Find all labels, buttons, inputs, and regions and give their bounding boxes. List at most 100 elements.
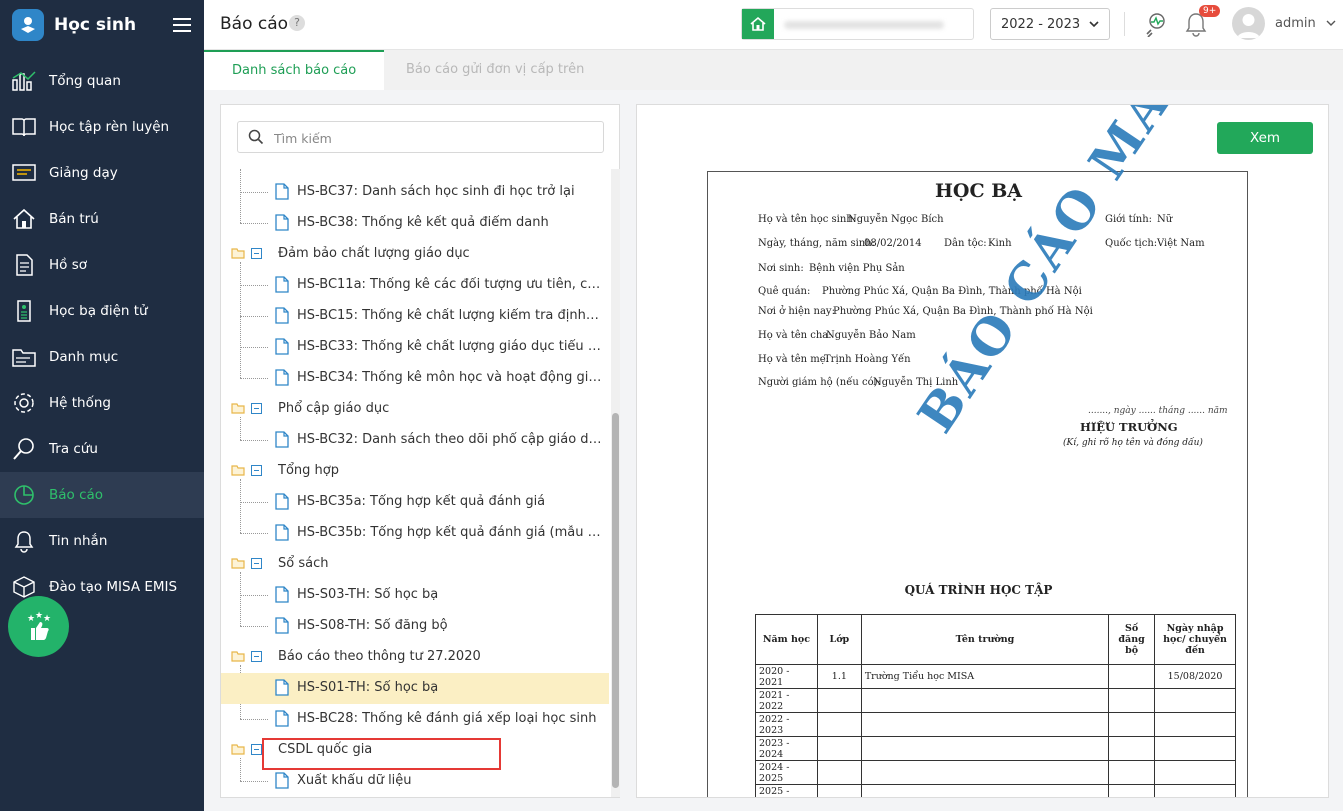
school-name-blurred (784, 21, 944, 29)
tree-item[interactable]: HS-BC28: Thống kê đánh giá xếp loại học … (221, 704, 609, 735)
pie-chart-icon (11, 482, 37, 508)
tab-report-list[interactable]: Danh sách báo cáo (204, 50, 385, 90)
tree-item[interactable]: HS-BC37: Danh sách học sinh đi học trở l… (221, 177, 609, 208)
table-cell (816, 760, 862, 785)
tree-group[interactable]: Phổ cập giáo dục (221, 394, 609, 425)
tree-item[interactable]: HS-BC34: Thống kê môn học và hoạt động g… (221, 363, 609, 394)
table-cell: Trường Tiểu học MISA (860, 664, 1110, 689)
sidebar-item-label: Giảng dạy (49, 165, 118, 181)
study-history-title: QUÁ TRÌNH HỌC TẬP (904, 583, 1053, 597)
tree-item[interactable]: HS-BC35a: Tổng hợp kết quả đánh giá (221, 487, 609, 518)
hamburger-menu-icon[interactable] (173, 14, 191, 36)
sidebar: Học sinh Tổng quan Học tập rèn luyện Giảng… (0, 0, 204, 811)
table-header-cell: Số đăng bộ (1108, 614, 1156, 665)
selected-item-highlight (262, 738, 501, 770)
tree-item[interactable]: HS-BC15: Thống kê chất lượng kiểm tra đị… (221, 301, 609, 332)
user-chevron-down-icon[interactable] (1326, 16, 1336, 30)
sidebar-item-5[interactable]: Học bạ điện tử (0, 288, 204, 334)
report-tree: HS-BC37: Danh sách học sinh đi học trở l… (221, 169, 611, 797)
user-name[interactable]: admin (1275, 16, 1316, 31)
sidebar-item-10[interactable]: Tin nhắn (0, 518, 204, 564)
tree-item[interactable]: HS-S01-TH: Sổ học bạ (221, 673, 609, 704)
sidebar-item-6[interactable]: Danh mục (0, 334, 204, 380)
tree-group[interactable]: Báo cáo theo thông tư 27.2020 (221, 642, 609, 673)
study-history-body: 2020 - 2021 1.1 Trường Tiểu học MISA 15/08/… (755, 664, 1236, 797)
sidebar-item-8[interactable]: Tra cứu (0, 426, 204, 472)
sidebar-item-4[interactable]: Hồ sơ (0, 242, 204, 288)
report-preview-panel: Xem HỌC BẠ Họ và tên học sinh: Nguyễn Ng… (636, 104, 1329, 798)
help-icon[interactable]: ? (289, 15, 305, 31)
search-input[interactable] (274, 128, 574, 148)
table-cell (1154, 712, 1236, 737)
table-cell (860, 784, 1110, 797)
report-document-icon (275, 183, 289, 204)
hometown-label: Quê quán: (758, 286, 811, 297)
report-document-icon (275, 369, 289, 390)
student-name-label: Họ và tên học sinh: (758, 214, 857, 225)
feedback-fab-button[interactable]: ★ ★ ★ (8, 596, 69, 657)
sidebar-item-label: Bán trú (49, 211, 99, 227)
tree-item[interactable]: HS-BC11a: Thống kê các đối tượng ưu tiên… (221, 270, 609, 301)
sidebar-item-7[interactable]: Hệ thống (0, 380, 204, 426)
sidebar-item-2[interactable]: Giảng dạy (0, 150, 204, 196)
report-document-icon (275, 679, 289, 700)
table-header-cell: Ngày nhập học/ chuyển đến (1154, 614, 1236, 665)
guardian-label: Người giám hộ (nếu có): (758, 377, 881, 388)
school-year-select[interactable]: 2022 - 2023 (990, 8, 1110, 40)
tree-item[interactable]: HS-BC33: Thống kê chất lượng giáo dục ti… (221, 332, 609, 363)
tree-item[interactable]: HS-S08-TH: Sổ đăng bộ (221, 611, 609, 642)
tab-report-to-superior[interactable]: Báo cáo gửi đơn vị cấp trên (378, 50, 612, 90)
gear-icon (11, 390, 37, 416)
table-cell: 2021 - 2022 (755, 688, 818, 713)
tree-item[interactable]: HS-S03-TH: Sổ học bạ (221, 580, 609, 611)
table-cell: 2024 - 2025 (755, 760, 818, 785)
sidebar-item-3[interactable]: Bán trú (0, 196, 204, 242)
chart-bars-icon (11, 68, 37, 94)
table-cell (860, 712, 1110, 737)
report-document-icon (275, 524, 289, 545)
table-cell (1154, 736, 1236, 761)
folder-icon (231, 402, 245, 418)
tree-group[interactable]: Đảm bảo chất lượng giáo dục (221, 239, 609, 270)
principal-note: (Kí, ghi rõ họ tên và đóng dấu) (1063, 438, 1203, 448)
father-label: Họ và tên cha: (758, 330, 832, 341)
tree-scrollbar[interactable] (611, 169, 620, 797)
collapse-icon[interactable] (251, 744, 262, 759)
view-button[interactable]: Xem (1217, 122, 1313, 154)
tree-item-label: Báo cáo theo thông tư 27.2020 (278, 649, 481, 664)
tree-item-label: HS-BC38: Thống kê kết quả điểm danh (297, 215, 549, 230)
avatar[interactable] (1232, 7, 1265, 40)
school-selector[interactable] (741, 8, 974, 40)
sidebar-item-label: Tin nhắn (49, 533, 108, 549)
table-header-cell: Lớp (816, 614, 862, 665)
sidebar-item-label: Tra cứu (49, 441, 98, 457)
report-document-icon (275, 276, 289, 297)
sidebar-item-9[interactable]: Báo cáo (0, 472, 204, 518)
tree-item-label: HS-BC11a: Thống kê các đối tượng ưu tiên… (297, 277, 602, 292)
tree-group[interactable]: Tổng hợp (221, 456, 609, 487)
tree-scrollbar-thumb[interactable] (612, 413, 619, 788)
tree-item[interactable]: Xuất khẩu dữ liệu (221, 766, 609, 797)
table-cell (1108, 688, 1156, 713)
table-cell: 2025 - 2026 (755, 784, 818, 797)
document-title: HỌC BẠ (934, 180, 1023, 202)
collapse-icon[interactable] (251, 403, 262, 418)
app-name: Học sinh (54, 15, 137, 35)
collapse-icon[interactable] (251, 651, 262, 666)
tree-item[interactable]: HS-BC32: Danh sách theo dõi phổ cập giáo… (221, 425, 609, 456)
sidebar-item-0[interactable]: Tổng quan (0, 58, 204, 104)
tree-item[interactable]: HS-BC38: Thống kê kết quả điểm danh (221, 208, 609, 239)
collapse-icon[interactable] (251, 465, 262, 480)
table-cell (1108, 760, 1156, 785)
dob-label: Ngày, tháng, năm sinh: (758, 238, 876, 249)
tree-item[interactable]: HS-BC35b: Tổng hợp kết quả đánh giá (mẫu… (221, 518, 609, 549)
collapse-icon[interactable] (251, 248, 262, 263)
sidebar-item-1[interactable]: Học tập rèn luyện (0, 104, 204, 150)
activity-search-icon[interactable] (1142, 11, 1168, 37)
tree-item-label: HS-BC37: Danh sách học sinh đi học trở l… (297, 184, 575, 199)
collapse-icon[interactable] (251, 558, 262, 573)
tree-group[interactable]: Sổ sách (221, 549, 609, 580)
report-document-icon (275, 772, 289, 793)
chevron-down-icon (1089, 21, 1099, 28)
table-row: 2021 - 2022 (755, 688, 1236, 713)
